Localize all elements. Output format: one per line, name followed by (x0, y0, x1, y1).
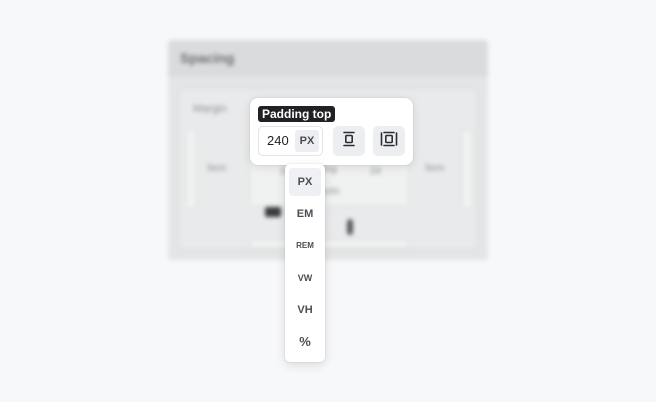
margin-right-slot (461, 129, 473, 209)
padding-top-popover: Padding top 240 PX (250, 98, 413, 165)
padding-top-value[interactable]: 240 (267, 127, 289, 155)
padding-top-tooltip: Padding top (258, 106, 336, 122)
margin-left-value: 5em (207, 163, 227, 174)
padding-top-input[interactable]: 240 PX (258, 126, 323, 156)
dark-chip (265, 207, 281, 217)
margin-label: Margin (193, 103, 227, 115)
align-top-icon (342, 131, 356, 152)
drag-handle (347, 219, 353, 235)
margin-right-value: 5em (425, 163, 445, 174)
bottom-bar (249, 239, 409, 249)
unit-dropdown-menu: PX EM REM VW VH % (285, 164, 325, 362)
unit-option-rem[interactable]: REM (289, 232, 321, 260)
unit-select-button[interactable]: PX (295, 130, 319, 152)
canvas: Spacing Margin 5em 5em 24 Padding 24 aut… (0, 0, 656, 402)
padding-all-button[interactable] (373, 126, 405, 156)
unit-option-percent[interactable]: % (289, 328, 321, 356)
spacing-panel-title: Spacing (168, 40, 488, 76)
margin-left-slot (185, 129, 197, 209)
padding-right-value: 24 (370, 166, 382, 177)
unit-option-px[interactable]: PX (289, 168, 321, 196)
unit-option-vh[interactable]: VH (289, 296, 321, 324)
unit-option-em[interactable]: EM (289, 200, 321, 228)
padding-all-icon (380, 131, 398, 152)
unit-option-vw[interactable]: VW (289, 264, 321, 292)
align-top-button[interactable] (333, 126, 365, 156)
